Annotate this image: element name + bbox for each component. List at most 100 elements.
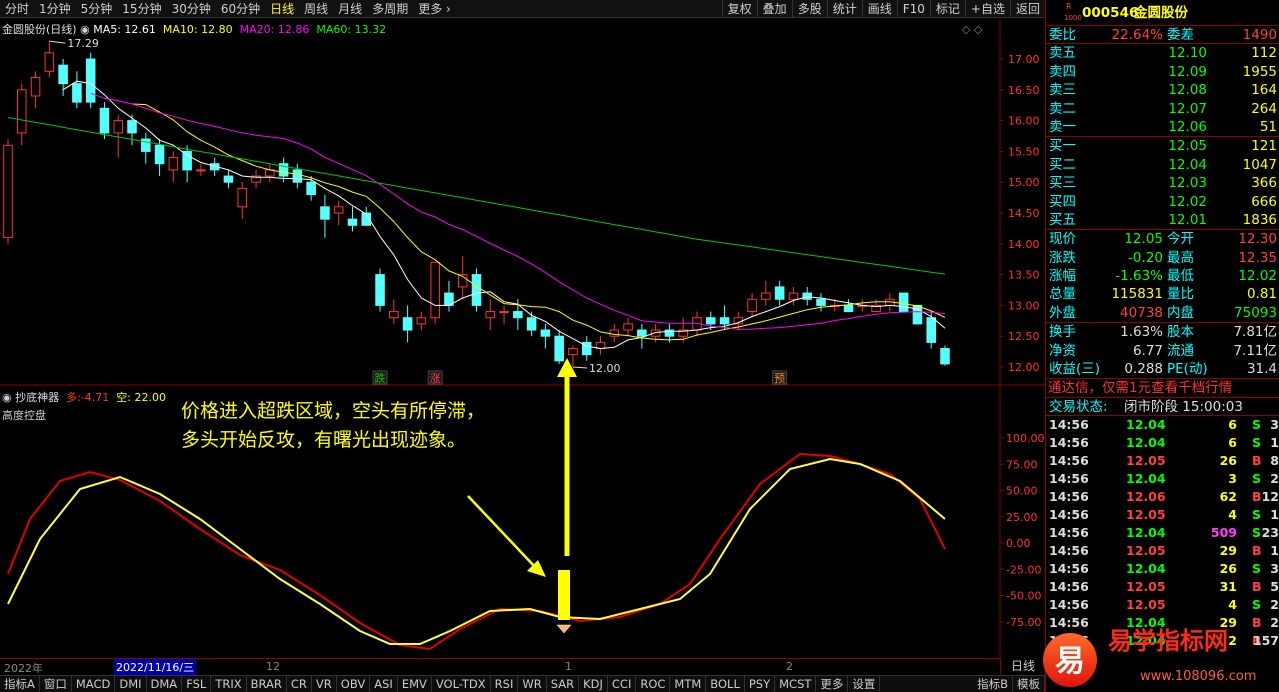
period-tab-4[interactable]: 30分钟 xyxy=(167,0,216,18)
indicator-tab-4[interactable]: DMA xyxy=(147,676,183,692)
indicator-tab-25[interactable]: 设置 xyxy=(848,676,881,692)
indicator-tab-17[interactable]: KDJ xyxy=(579,676,608,692)
period-tab-8[interactable]: 月线 xyxy=(333,0,367,18)
action-stats-button[interactable]: 统计 xyxy=(826,0,862,18)
tick-row: 14:56 12.04 3 S 2 xyxy=(1046,470,1279,488)
period-tab-0[interactable]: 分时 xyxy=(0,0,34,18)
candle xyxy=(485,311,496,319)
indicator-tab-8[interactable]: CR xyxy=(287,676,312,692)
quote-row: 收益(三) 0.288 PE(动) 31.4 xyxy=(1046,360,1279,378)
indicator-tab-5[interactable]: FSL xyxy=(182,676,212,692)
ma5-legend: MA5: 12.61 xyxy=(93,23,156,36)
indicator-tab-10[interactable]: OBV xyxy=(337,676,371,692)
expand-icon[interactable]: ◉ xyxy=(2,391,12,404)
stock-header: R 1000 000546 金圆股份 xyxy=(1046,0,1279,26)
indicator-tab-24[interactable]: 更多 xyxy=(816,676,849,692)
action-mark-button[interactable]: 标记 xyxy=(929,0,965,18)
indicator-tab-23[interactable]: MCST xyxy=(775,676,817,692)
kong-value: 空: 22.00 xyxy=(116,391,166,404)
bid-row: 买四 12.02 666 xyxy=(1046,193,1279,211)
indicator-tab-9[interactable]: VR xyxy=(312,676,337,692)
low-label: 12.00 xyxy=(589,362,621,375)
indicator-right-tab-1[interactable]: 模板 xyxy=(1013,676,1045,692)
tick-price: 12.05 xyxy=(1126,507,1166,523)
tick-price: 12.04 xyxy=(1126,615,1166,631)
promo-text[interactable]: 通达信，仅需1元查看千档行情 xyxy=(1048,379,1232,397)
bid-label: 买四 xyxy=(1049,193,1076,210)
tick-volume: 31 xyxy=(1219,579,1237,595)
period-tab-2[interactable]: 5分钟 xyxy=(76,0,118,18)
quote-value-right: 12.35 xyxy=(1238,249,1277,266)
period-tab-5[interactable]: 60分钟 xyxy=(216,0,265,18)
indicator-tabs: 指标A 窗口 MACD DMI DMA FSL TRIX BRAR CR VR OBV ASI EMV V… xyxy=(0,675,1045,692)
bid-label: 买一 xyxy=(1049,138,1076,155)
tick-direction: B xyxy=(1252,579,1262,595)
indicator-tab-20[interactable]: MTM xyxy=(670,676,707,692)
indicator-tab-13[interactable]: VOL-TDX xyxy=(432,676,491,692)
period-tab-3[interactable]: 15分钟 xyxy=(117,0,166,18)
kline-chart[interactable]: 17.00 16.50 16.00 15.50 15.00 14.50 14.00 13.50… xyxy=(0,19,1045,659)
tick-count: 5 xyxy=(1270,579,1279,595)
quote-value-right: 75093 xyxy=(1234,304,1277,321)
indicator-tab-1[interactable]: 窗口 xyxy=(40,676,72,692)
action-draw-button[interactable]: 画线 xyxy=(861,0,897,18)
period-tab-9[interactable]: 多周期 xyxy=(367,0,413,18)
indicator-tab-7[interactable]: BRAR xyxy=(247,676,287,692)
tick-price: 12.05 xyxy=(1126,453,1166,469)
indicator-tab-15[interactable]: WR xyxy=(518,676,547,692)
indicator-right-tab-0[interactable]: 指标B xyxy=(973,676,1013,692)
settings-icon[interactable]: ◉ xyxy=(80,23,90,36)
tick-price: 12.05 xyxy=(1126,579,1166,595)
tick-volume: 4 xyxy=(1228,507,1237,523)
quote-label-left: 换手 xyxy=(1049,324,1076,341)
indicator-tab-22[interactable]: PSY xyxy=(745,676,776,692)
action-multi-button[interactable]: 多股 xyxy=(791,0,827,18)
period-tab-1[interactable]: 1分钟 xyxy=(34,0,76,18)
cursor-date-label: 2022/11/16/三 xyxy=(114,659,197,675)
quote-label-left: 涨幅 xyxy=(1049,268,1076,285)
indicator-tab-12[interactable]: EMV xyxy=(398,676,432,692)
period-tab-more[interactable]: 更多 › xyxy=(413,0,456,18)
candle xyxy=(526,317,537,331)
quote-value-left: 12.05 xyxy=(1124,231,1163,248)
candle xyxy=(196,169,206,172)
period-tab-daily[interactable]: 日线 xyxy=(265,0,299,18)
indicator-tab-3[interactable]: DMI xyxy=(115,676,147,692)
indicator-name: 抄底神器 xyxy=(15,391,60,404)
action-watchlist-button[interactable]: +自选 xyxy=(964,0,1010,18)
tick-direction: B xyxy=(1252,615,1262,631)
indicator-tab-14[interactable]: RSI xyxy=(491,676,519,692)
candle xyxy=(223,175,234,183)
action-f10-button[interactable]: F10 xyxy=(896,0,930,18)
indicator-tab-2[interactable]: MACD xyxy=(72,676,116,692)
status-value: 闭市阶段 15:00:03 xyxy=(1124,398,1243,415)
action-overlay-button[interactable]: 叠加 xyxy=(756,0,792,18)
indicator-tab-16[interactable]: SAR xyxy=(547,676,580,692)
price-axis-label: 15.50 xyxy=(1008,145,1040,158)
indicator-tab-21[interactable]: BOLL xyxy=(706,676,745,692)
promo-banner[interactable]: 通达信，仅需1元查看千档行情 xyxy=(1046,379,1279,398)
low-pointer xyxy=(572,366,587,369)
tick-list[interactable]: 14:56 12.04 6 S 3 14:56 12.04 6 S 1 14:56 12.05 26 B 8… xyxy=(1046,416,1279,650)
quote-value-right: 0.81 xyxy=(1246,286,1277,303)
tick-time: 14:56 xyxy=(1049,615,1089,631)
candle xyxy=(926,317,936,343)
indicator-tab-0[interactable]: 指标A xyxy=(0,676,40,692)
period-indicator[interactable]: 日线 xyxy=(1000,658,1045,675)
bid-volume: 121 xyxy=(1251,138,1277,155)
tick-volume: 2 xyxy=(1228,633,1237,649)
ask-row: 卖一 12.06 51 xyxy=(1046,118,1279,136)
price-axis-label: 13.50 xyxy=(1008,269,1040,282)
ask-book: 卖五 12.10 112 卖四 12.09 1955 卖三 12.08 164 卖二 12.07 26… xyxy=(1046,44,1279,138)
action-back-button[interactable]: 返回 xyxy=(1009,0,1045,18)
indicator-tab-19[interactable]: ROC xyxy=(636,676,671,692)
weibi-label: 委比 xyxy=(1049,27,1076,43)
chart-area[interactable]: 17.00 16.50 16.00 15.50 15.00 14.50 14.00 13.50… xyxy=(0,19,1045,659)
indicator-tab-6[interactable]: TRIX xyxy=(211,676,247,692)
price-axis-label: 15.00 xyxy=(1008,176,1040,189)
indicator-tab-18[interactable]: CCI xyxy=(608,676,637,692)
period-tab-7[interactable]: 周线 xyxy=(299,0,333,18)
action-fuquan-button[interactable]: 复权 xyxy=(721,0,757,18)
ma20-line xyxy=(90,92,946,330)
indicator-tab-11[interactable]: ASI xyxy=(370,676,398,692)
